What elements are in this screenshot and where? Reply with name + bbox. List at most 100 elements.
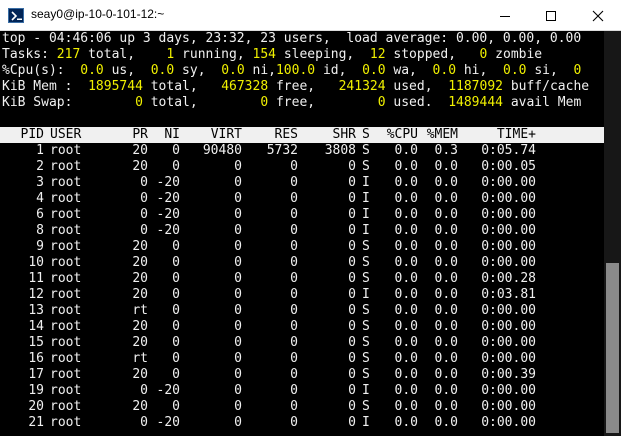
cell-time: 0:00.39: [481, 367, 536, 382]
cell-ni: 0: [172, 143, 180, 158]
cell-ni: 0: [172, 303, 180, 318]
cell-mem: 0.0: [434, 399, 458, 414]
column-pr: PR: [132, 127, 148, 142]
maximize-button[interactable]: [528, 0, 574, 31]
cell-user: root: [50, 159, 82, 174]
cell-user: root: [50, 143, 82, 158]
cell-s: S: [362, 303, 370, 318]
cell-cpu: 0.0: [394, 287, 418, 302]
cell-user: root: [50, 415, 82, 430]
cell-pr: 0: [140, 207, 148, 222]
cell-shr: 0: [348, 399, 356, 414]
cell-cpu: 0.0: [394, 255, 418, 270]
cell-ni: -20: [156, 383, 180, 398]
cell-res: 0: [290, 303, 298, 318]
cell-res: 0: [290, 319, 298, 334]
cell-shr: 0: [348, 207, 356, 222]
cell-pr: rt: [132, 351, 148, 366]
title-bar[interactable]: seay0@ip-10-0-101-12:~: [0, 0, 621, 31]
cell-user: root: [50, 239, 82, 254]
scrollbar-thumb[interactable]: [606, 263, 619, 433]
cell-pr: 0: [140, 383, 148, 398]
cell-virt: 0: [234, 287, 242, 302]
cell-virt: 0: [234, 223, 242, 238]
cell-virt: 0: [234, 271, 242, 286]
cell-shr: 0: [348, 287, 356, 302]
cell-ni: -20: [156, 207, 180, 222]
cell-res: 0: [290, 191, 298, 206]
cell-pid: 14: [28, 319, 44, 334]
cell-pr: 20: [132, 367, 148, 382]
column-res: RES: [274, 127, 298, 142]
powershell-icon[interactable]: [8, 8, 24, 23]
cell-time: 0:00.00: [481, 351, 536, 366]
process-row: 17 root 20 0 0 0 0 S 0.0 0.0 0:00.39: [0, 367, 604, 383]
cell-cpu: 0.0: [394, 191, 418, 206]
cell-shr: 0: [348, 159, 356, 174]
column-pid: PID: [20, 127, 44, 142]
uptime-load-line: top - 04:46:06 up 3 days, 23:32, 23 user…: [2, 31, 582, 46]
cell-shr: 0: [348, 383, 356, 398]
cell-shr: 0: [348, 415, 356, 430]
cell-shr: 0: [348, 239, 356, 254]
cell-shr: 0: [348, 255, 356, 270]
cell-shr: 0: [348, 351, 356, 366]
close-icon: [592, 10, 604, 22]
cell-mem: 0.0: [434, 335, 458, 350]
column-time: TIME+: [496, 127, 536, 142]
cell-mem: 0.0: [434, 367, 458, 382]
cell-pid: 19: [28, 383, 44, 398]
cell-s: I: [362, 287, 370, 302]
process-row: 2 root 20 0 0 0 0 S 0.0 0.0 0:00.05: [0, 159, 604, 175]
cell-time: 0:00.00: [481, 415, 536, 430]
cell-user: root: [50, 191, 82, 206]
cell-pid: 11: [28, 271, 44, 286]
cell-res: 0: [290, 255, 298, 270]
cell-pid: 13: [28, 303, 44, 318]
cell-s: S: [362, 399, 370, 414]
process-row: 6 root 0 -20 0 0 0 I 0.0 0.0 0:00.00: [0, 207, 604, 223]
cell-cpu: 0.0: [394, 335, 418, 350]
window-title: seay0@ip-10-0-101-12:~: [31, 7, 165, 21]
cell-s: S: [362, 159, 370, 174]
cell-s: I: [362, 191, 370, 206]
cell-pid: 9: [36, 239, 44, 254]
cell-cpu: 0.0: [394, 415, 418, 430]
process-row: 10 root 20 0 0 0 0 S 0.0 0.0 0:00.00: [0, 255, 604, 271]
cell-pid: 2: [36, 159, 44, 174]
cpu-line: %Cpu(s): 0.0 us, 0.0 sy, 0.0 ni,100.0 id…: [2, 63, 582, 78]
terminal-window: seay0@ip-10-0-101-12:~ top - 04:46:06 up…: [0, 0, 621, 436]
cell-time: 0:05.74: [481, 143, 536, 158]
process-row: 19 root 0 -20 0 0 0 I 0.0 0.0 0:00.00: [0, 383, 604, 399]
cell-cpu: 0.0: [394, 223, 418, 238]
maximize-icon: [546, 11, 556, 21]
cell-res: 0: [290, 399, 298, 414]
cell-res: 0: [290, 223, 298, 238]
cell-time: 0:03.81: [481, 287, 536, 302]
cell-s: I: [362, 207, 370, 222]
cell-time: 0:00.00: [481, 383, 536, 398]
cell-pr: 20: [132, 287, 148, 302]
cell-ni: -20: [156, 415, 180, 430]
cell-user: root: [50, 207, 82, 222]
cell-pr: 0: [140, 191, 148, 206]
cell-virt: 0: [234, 255, 242, 270]
terminal-output[interactable]: top - 04:46:06 up 3 days, 23:32, 23 user…: [0, 31, 604, 436]
cell-shr: 0: [348, 271, 356, 286]
column-user: USER: [50, 127, 82, 142]
process-row: 11 root 20 0 0 0 0 S 0.0 0.0 0:00.28: [0, 271, 604, 287]
cell-pid: 1: [36, 143, 44, 158]
cell-res: 0: [290, 415, 298, 430]
close-button[interactable]: [575, 0, 621, 31]
vertical-scrollbar[interactable]: [604, 31, 621, 436]
process-row: 13 root rt 0 0 0 0 S 0.0 0.0 0:00.00: [0, 303, 604, 319]
minimize-button[interactable]: [482, 0, 528, 31]
cell-cpu: 0.0: [394, 303, 418, 318]
cell-pr: 20: [132, 319, 148, 334]
cell-shr: 0: [348, 335, 356, 350]
cell-res: 0: [290, 335, 298, 350]
cell-user: root: [50, 223, 82, 238]
cell-pid: 20: [28, 399, 44, 414]
cell-ni: -20: [156, 175, 180, 190]
cell-time: 0:00.00: [481, 255, 536, 270]
